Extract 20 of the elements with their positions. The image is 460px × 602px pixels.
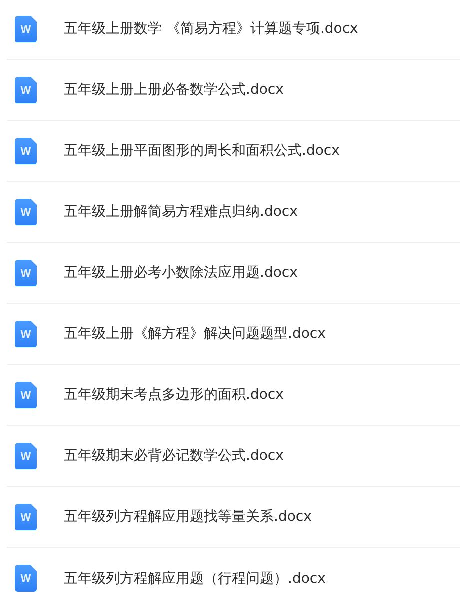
word-document-icon: W [15,198,37,226]
word-document-icon: W [15,76,37,104]
word-document-icon: W [15,138,37,164]
word-document-icon: W [15,260,37,286]
word-document-icon: W [15,382,37,408]
word-document-icon: W [15,442,37,470]
file-name[interactable]: 五年级上册解简易方程难点归纳.docx [64,203,298,221]
file-name[interactable]: 五年级上册必考小数除法应用题.docx [64,264,298,282]
word-document-icon: W [15,504,37,530]
file-name[interactable]: 五年级上册数学 《简易方程》计算题专项.docx [64,20,358,38]
file-name[interactable]: 五年级期末必背必记数学公式.docx [64,447,284,465]
file-name[interactable]: 五年级列方程解应用题（行程问题）.docx [64,570,326,588]
file-name[interactable]: 五年级列方程解应用题找等量关系.docx [64,508,312,526]
word-document-icon: W [15,320,37,348]
word-document-icon: W [15,565,37,592]
word-document-icon: W [15,16,37,42]
file-name[interactable]: 五年级上册《解方程》解决问题题型.docx [64,325,326,343]
file-name[interactable]: 五年级上册上册必备数学公式.docx [64,81,284,99]
file-name[interactable]: 五年级上册平面图形的周长和面积公式.docx [64,142,340,160]
file-name[interactable]: 五年级期末考点多边形的面积.docx [64,386,284,404]
